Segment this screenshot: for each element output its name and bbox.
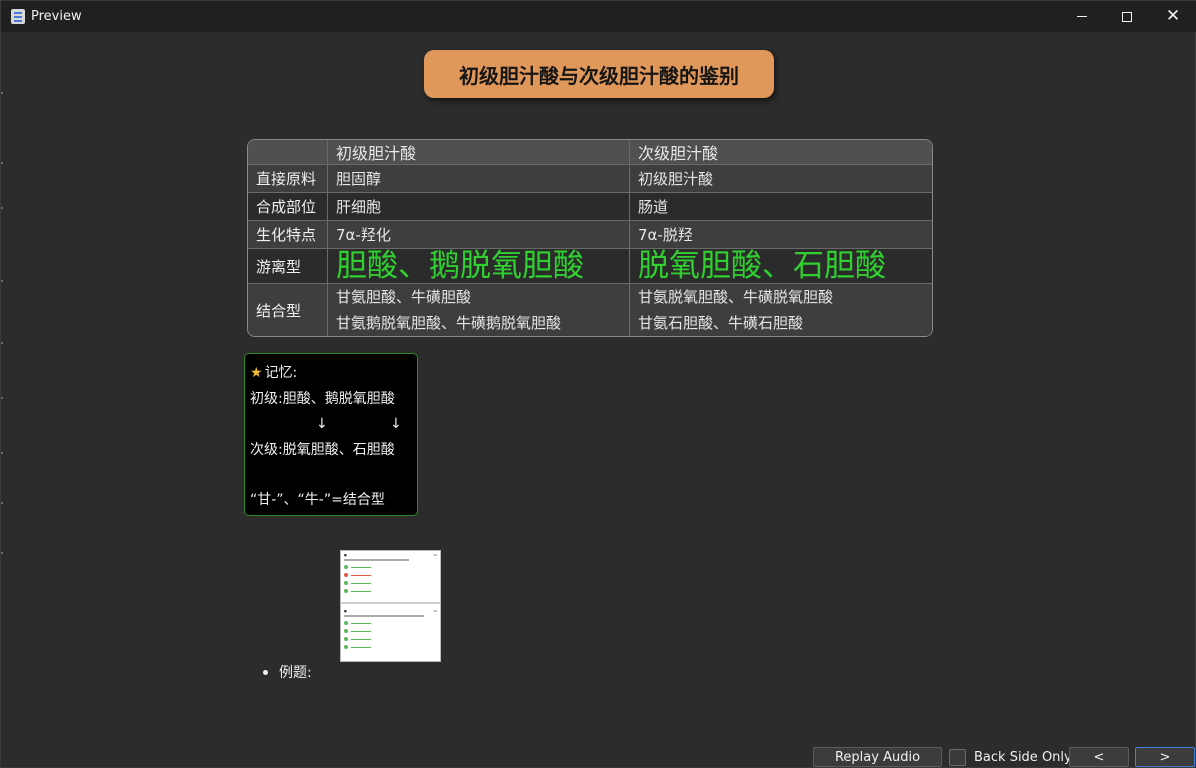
cell-line: 甘氨胆酸、牛磺胆酸	[336, 288, 472, 306]
close-button[interactable]: ✕	[1150, 1, 1196, 32]
memo-heading-text: 记忆:	[264, 365, 298, 381]
table-row: 合成部位 肝细胞 肠道	[248, 193, 932, 221]
table-row: 结合型 甘氨胆酸、牛磺胆酸 甘氨鹅脱氧胆酸、牛磺鹅脱氧胆酸 甘氨脱氧胆酸、牛磺脱…	[248, 284, 932, 336]
card-content: 初级胆汁酸与次级胆汁酸的鉴别 初级胆汁酸 次级胆汁酸 直接原料 胆固醇 初级胆汁…	[1, 32, 1196, 742]
minimize-button[interactable]	[1059, 1, 1105, 32]
back-side-only-label: Back Side Only	[974, 750, 1072, 765]
row-label: 游离型	[248, 249, 328, 284]
example-pane: ■ 12	[341, 551, 440, 604]
down-arrow-icon: ↓	[316, 416, 328, 432]
close-icon: ✕	[1165, 6, 1181, 26]
memo-conjugate-line: “甘-”、“牛-”=结合型	[250, 492, 385, 508]
table-row: 游离型 胆酸、鹅脱氧胆酸 脱氧胆酸、石胆酸	[248, 249, 932, 284]
memo-heading: ★ 记忆:	[250, 361, 412, 387]
table-row: 直接原料 胆固醇 初级胆汁酸	[248, 165, 932, 193]
secondary-conjugated-cell: 甘氨脱氧胆酸、牛磺脱氧胆酸 甘氨石胆酸、牛磺石胆酸	[630, 284, 932, 336]
primary-cell: 胆固醇	[328, 165, 630, 193]
memo-primary-line: 初级:胆酸、鹅脱氧胆酸	[250, 390, 395, 407]
example-pane: ■ 13	[341, 607, 440, 660]
table-header-primary: 初级胆汁酸	[328, 140, 630, 165]
row-label: 生化特点	[248, 221, 328, 249]
example-list: 例题:	[263, 662, 312, 682]
table-header-secondary: 次级胆汁酸	[630, 140, 932, 165]
title-bar: Preview ✕	[1, 1, 1196, 32]
table-row: 生化特点 7α-羟化 7α-脱羟	[248, 221, 932, 249]
cell-line: 甘氨鹅脱氧胆酸、牛磺鹅脱氧胆酸	[336, 314, 562, 332]
pane-number: 13	[433, 609, 437, 613]
row-label: 结合型	[248, 284, 328, 336]
replay-audio-button[interactable]: Replay Audio	[813, 747, 942, 767]
primary-cell: 肝细胞	[328, 193, 630, 221]
memo-arrows: ↓ ↓	[250, 412, 412, 438]
memo-secondary-line: 次级:脱氧胆酸、石胆酸	[250, 441, 395, 458]
row-label: 直接原料	[248, 165, 328, 193]
down-arrow-icon: ↓	[390, 416, 402, 432]
maximize-icon	[1122, 11, 1132, 22]
example-question-image: ■ 12 ■ 13	[340, 550, 441, 662]
bullet-icon	[263, 669, 268, 675]
back-side-only-checkbox[interactable]	[949, 749, 966, 766]
example-label: 例题:	[279, 665, 312, 681]
preview-window: Preview ✕ 初级胆汁酸与次级胆汁酸的鉴别 初级胆汁酸 次级胆汁酸 直接原…	[0, 0, 1196, 768]
secondary-free-cell: 脱氧胆酸、石胆酸	[630, 249, 932, 284]
minimize-icon	[1077, 16, 1087, 17]
card-title: 初级胆汁酸与次级胆汁酸的鉴别	[424, 50, 774, 98]
cell-line: 甘氨石胆酸、牛磺石胆酸	[638, 314, 804, 332]
secondary-cell: 肠道	[630, 193, 932, 221]
secondary-cell: 初级胆汁酸	[630, 165, 932, 193]
pane-tag: ■	[344, 553, 347, 557]
secondary-cell: 7α-脱羟	[630, 221, 932, 249]
memory-tip-box: ★ 记忆: 初级:胆酸、鹅脱氧胆酸 ↓ ↓ 次级:脱氧胆酸、石胆酸 “甘-”、“牛…	[244, 353, 418, 516]
table-header-row: 初级胆汁酸 次级胆汁酸	[248, 140, 932, 165]
primary-free-cell: 胆酸、鹅脱氧胆酸	[328, 249, 630, 284]
list-item: 例题:	[263, 662, 312, 682]
pane-number: 12	[433, 553, 437, 557]
table-header-empty	[248, 140, 328, 165]
primary-conjugated-cell: 甘氨胆酸、牛磺胆酸 甘氨鹅脱氧胆酸、牛磺鹅脱氧胆酸	[328, 284, 630, 336]
next-button[interactable]: >	[1135, 747, 1195, 767]
app-icon	[11, 9, 25, 24]
window-title: Preview	[31, 9, 82, 24]
star-icon: ★	[250, 365, 263, 381]
row-label: 合成部位	[248, 193, 328, 221]
cell-line: 甘氨脱氧胆酸、牛磺脱氧胆酸	[638, 288, 834, 306]
bottom-toolbar: Replay Audio Back Side Only < >	[1, 742, 1196, 768]
maximize-button[interactable]	[1104, 1, 1150, 32]
comparison-table: 初级胆汁酸 次级胆汁酸 直接原料 胆固醇 初级胆汁酸 合成部位 肝细胞 肠道 生…	[247, 139, 933, 337]
memo-spacer	[250, 463, 412, 488]
previous-button[interactable]: <	[1069, 747, 1129, 767]
primary-cell: 7α-羟化	[328, 221, 630, 249]
pane-tag: ■	[344, 609, 347, 613]
